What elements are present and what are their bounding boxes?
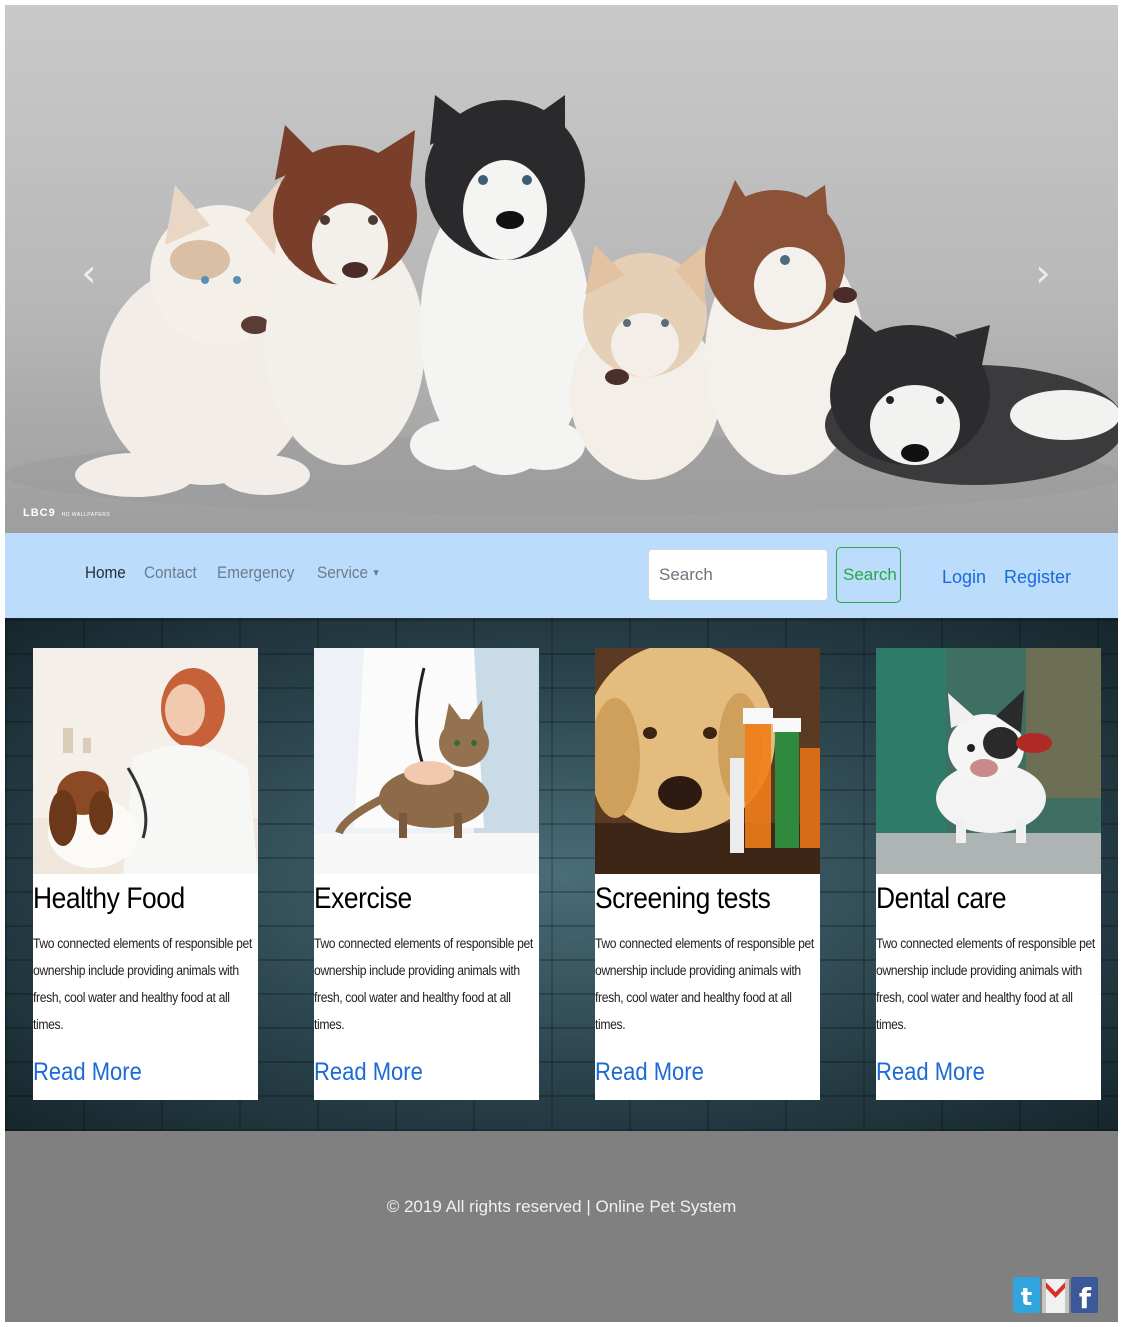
card-text: Two connected elements of responsible pe… [595,936,814,1032]
login-link[interactable]: Login [942,567,986,588]
register-link[interactable]: Register [1004,567,1071,588]
nav-link-contact[interactable]: Contact [144,563,197,583]
social-links: t f [1013,1275,1098,1315]
read-more-link[interactable]: Read More [33,1058,231,1087]
nav-link-service[interactable]: Service ▼ [317,563,381,583]
svg-text:t: t [1021,1283,1032,1311]
service-card: Dental care Two connected elements of re… [876,648,1101,1100]
services-section: Healthy Food Two connected elements of r… [5,618,1118,1131]
read-more-link[interactable]: Read More [595,1058,793,1087]
vet-with-spaniel-image [33,648,258,874]
card-text: Two connected elements of responsible pe… [33,936,252,1032]
service-card: Exercise Two connected elements of respo… [314,648,539,1100]
service-card: Healthy Food Two connected elements of r… [33,648,258,1100]
copyright-text: © 2019 All rights reserved | Online Pet … [386,1197,737,1216]
bulldog-on-table-image [876,648,1101,874]
svg-text:f: f [1079,1282,1092,1315]
card-title: Dental care [876,882,1007,915]
card-title: Healthy Food [33,882,185,915]
caret-down-icon: ▼ [371,568,381,580]
card-text: Two connected elements of responsible pe… [314,936,533,1032]
hero-carousel: ‹ › LBC9 HD WALLPAPERS [5,5,1118,533]
gmail-icon[interactable] [1042,1275,1069,1315]
navbar: Home Contact Emergency Service▼ Search L… [5,533,1118,618]
labrador-with-pills-image [595,648,820,874]
wallpaper-watermark: LBC9 HD WALLPAPERS [23,507,111,519]
search-input[interactable] [648,549,828,601]
husky-puppies-image [5,95,1118,515]
card-title: Exercise [314,882,412,915]
nav-link-home[interactable]: Home [85,563,126,583]
read-more-link[interactable]: Read More [314,1058,512,1087]
facebook-icon[interactable]: f [1071,1275,1098,1315]
service-card: Screening tests Two connected elements o… [595,648,820,1100]
search-button[interactable]: Search [836,547,901,603]
footer: © 2019 All rights reserved | Online Pet … [5,1131,1118,1322]
twitter-icon[interactable]: t [1013,1275,1040,1315]
nav-link-emergency[interactable]: Emergency [217,563,294,583]
nav-link-service-label: Service [316,563,368,582]
carousel-prev-button[interactable]: ‹ [69,253,109,293]
carousel-next-button[interactable]: › [1023,253,1063,293]
vet-with-cat-image [314,648,539,874]
nav-links: Home Contact Emergency Service ▼ [85,563,402,583]
card-title: Screening tests [595,882,771,915]
read-more-link[interactable]: Read More [876,1058,1074,1087]
card-text: Two connected elements of responsible pe… [876,936,1095,1032]
